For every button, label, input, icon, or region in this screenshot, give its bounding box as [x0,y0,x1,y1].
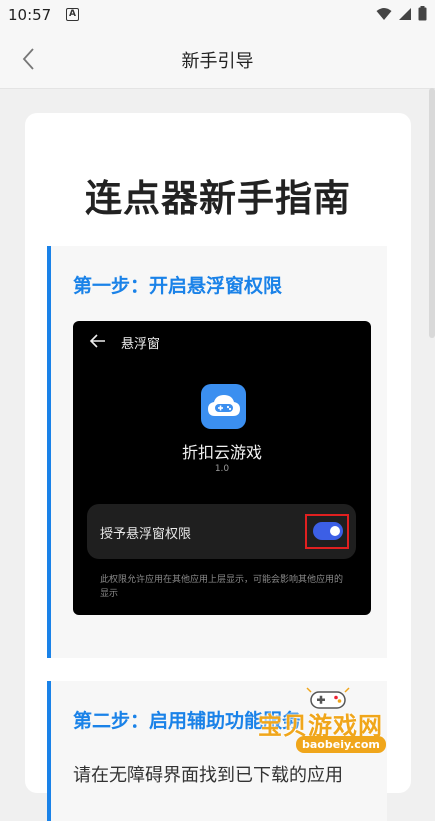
scrollbar[interactable] [429,88,435,338]
highlight-box [305,514,349,549]
app-icon [201,384,246,429]
cloud-gamepad-icon [207,394,240,416]
page-title: 新手引导 [181,51,254,72]
signal-icon [399,7,411,20]
wifi-icon [376,7,392,20]
notification-icon: A [66,8,79,21]
app-version: 1.0 [214,464,230,474]
status-bar: 10:57 A [0,0,435,30]
app-header: 新手引导 [0,30,435,89]
arrow-left-icon [89,334,105,348]
battery-icon [418,6,427,21]
step-1-title: 第一步：开启悬浮窗权限 [73,275,283,297]
watermark-url: baobeiy.com [296,736,386,753]
step-2-description: 请在无障碍界面找到已下载的应用 [73,765,343,786]
floating-window-screenshot: 悬浮窗 折扣云游戏 1.0 授予悬浮窗权限 此权限允许应用在其他应用上层显示，可… [73,321,371,615]
screen-title: 悬浮窗 [121,337,161,352]
status-time: 10:57 [8,6,52,24]
permission-row: 授予悬浮窗权限 [87,504,356,559]
permission-label: 授予悬浮窗权限 [100,527,192,542]
permission-note: 此权限允许应用在其他应用上层显示，可能会影响其他应用的显示 [100,575,344,599]
app-name: 折扣云游戏 [181,443,262,462]
step-1-section: 第一步：开启悬浮窗权限 悬浮窗 折扣云游戏 1.0 授予悬浮窗权限 此权限允许应… [47,246,387,658]
guide-title: 连点器新手指南 [85,177,351,220]
watermark: 宝贝游戏网 baobeiy.com [258,686,408,756]
